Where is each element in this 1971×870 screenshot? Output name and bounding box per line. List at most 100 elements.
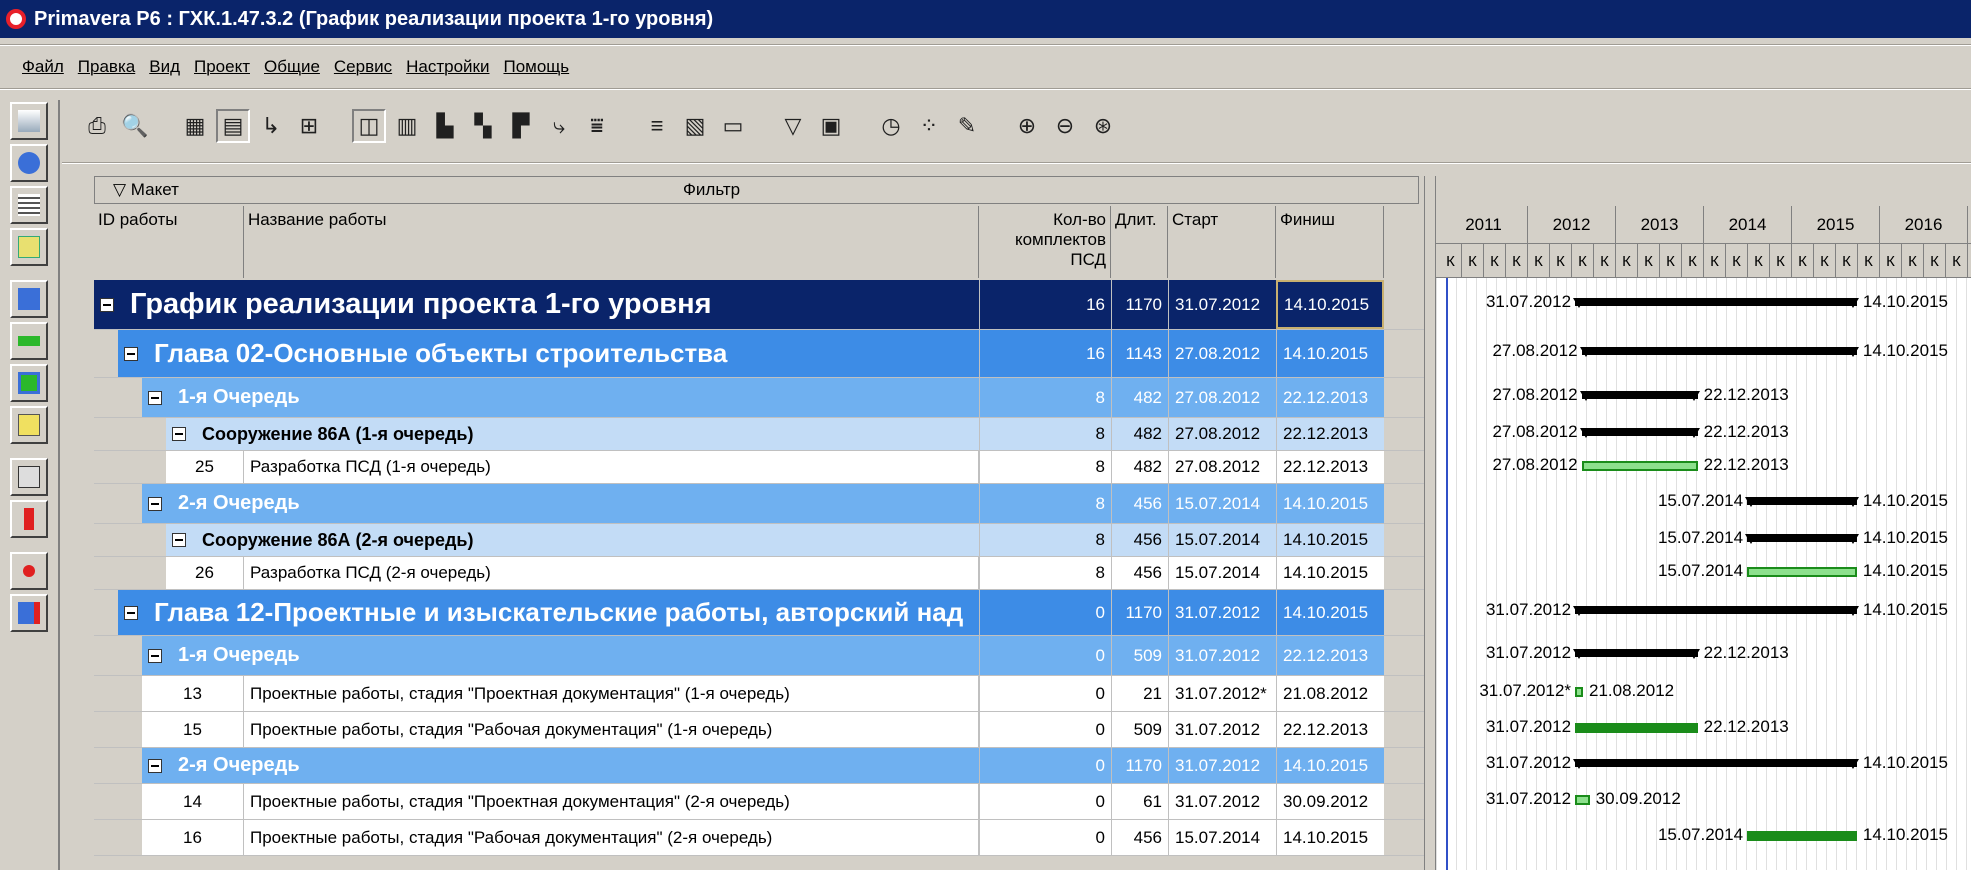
- table-row[interactable]: Глава 02-Основные объекты строительства 1…: [94, 330, 1424, 378]
- collapse-toggle-icon[interactable]: [100, 297, 114, 312]
- level-icon[interactable]: ⩸: [580, 109, 614, 143]
- trace-icon[interactable]: ⤷: [542, 109, 576, 143]
- table-row[interactable]: Сооружение 86А (2-я очередь) 8 456 15.07.20…: [94, 524, 1424, 557]
- resources-button[interactable]: [10, 144, 48, 182]
- collapse-toggle-icon[interactable]: [124, 605, 138, 620]
- reports-button[interactable]: [10, 186, 48, 224]
- expenses-button[interactable]: [10, 458, 48, 496]
- menu-view[interactable]: Вид: [149, 57, 180, 77]
- menu-edit[interactable]: Правка: [78, 57, 135, 77]
- oracle-logo-icon: [6, 9, 26, 29]
- assignments-icon: [18, 372, 40, 394]
- tracking-button[interactable]: [10, 228, 48, 266]
- zoom-out-icon[interactable]: ⊖: [1048, 109, 1082, 143]
- table-row[interactable]: 1-я Очередь 0 509 31.07.2012 22.12.2013: [94, 636, 1424, 676]
- summary-bar[interactable]: [1745, 533, 1859, 544]
- summary-bar[interactable]: [1573, 759, 1859, 769]
- summary-bar[interactable]: [1573, 606, 1859, 616]
- projects-button[interactable]: [10, 102, 48, 140]
- work-products-button[interactable]: [10, 406, 48, 444]
- group-sort-icon[interactable]: ≡: [640, 109, 674, 143]
- col-header-qty[interactable]: Кол-во комплектов ПСД: [979, 206, 1111, 278]
- summary-bar[interactable]: [1745, 497, 1859, 507]
- col-header-finish[interactable]: Финиш: [1276, 206, 1384, 278]
- activity-bar[interactable]: [1575, 687, 1584, 697]
- menu-project[interactable]: Проект: [194, 57, 250, 77]
- table-row[interactable]: Глава 12-Проектные и изыскательские рабо…: [94, 590, 1424, 636]
- table-row[interactable]: 15 Проектные работы, стадия "Рабочая доку…: [94, 712, 1424, 748]
- table-row[interactable]: 2-я Очередь 0 1170 31.07.2012 14.10.2015: [94, 748, 1424, 784]
- activities-button[interactable]: [10, 322, 48, 360]
- network-icon[interactable]: ⊞: [292, 109, 326, 143]
- col-header-id[interactable]: ID работы: [94, 206, 244, 278]
- print-icon[interactable]: ⎙: [80, 109, 114, 143]
- col-header-start[interactable]: Старт: [1168, 206, 1276, 278]
- columns-select-icon[interactable]: ▧: [678, 109, 712, 143]
- table-row[interactable]: Сооружение 86А (1-я очередь) 8 482 27.08.20…: [94, 418, 1424, 451]
- assign-icon[interactable]: ⁘: [912, 109, 946, 143]
- bars-icon[interactable]: ▭: [716, 109, 750, 143]
- table-row[interactable]: 13 Проектные работы, стадия "Проектная до…: [94, 676, 1424, 712]
- columns-icon[interactable]: ▦: [178, 109, 212, 143]
- table-icon[interactable]: ▤: [216, 109, 250, 143]
- table-row[interactable]: 26 Разработка ПСД (2-я очередь) 8 456 15.07.…: [94, 557, 1424, 590]
- collapse-toggle-icon[interactable]: [124, 346, 138, 361]
- summary-bar[interactable]: [1579, 347, 1860, 357]
- collapse-toggle-icon[interactable]: [172, 427, 186, 441]
- bar-start-label: 15.07.2014: [1657, 560, 1744, 580]
- timescale-quarter: К: [1770, 244, 1792, 278]
- activity-bar[interactable]: [1747, 831, 1857, 841]
- thresholds-button[interactable]: [10, 500, 48, 538]
- resource-profile-icon[interactable]: ▚: [466, 109, 500, 143]
- zoom-in-icon[interactable]: ⊕: [1010, 109, 1044, 143]
- menu-enterprise[interactable]: Общие: [264, 57, 320, 77]
- col-header-name[interactable]: Название работы: [244, 206, 979, 278]
- bar-start-label: 27.08.2012: [1492, 341, 1578, 360]
- col-header-duration[interactable]: Длит.: [1111, 206, 1168, 278]
- progress-icon[interactable]: ✎: [950, 109, 984, 143]
- summary-bar[interactable]: [1579, 427, 1700, 438]
- menu-file[interactable]: Файл: [22, 57, 64, 77]
- activity-bar[interactable]: [1581, 460, 1698, 471]
- wbs-button[interactable]: [10, 280, 48, 318]
- bar-start-label: 31.07.2012: [1485, 600, 1572, 619]
- layout-options-icon[interactable]: ▣: [814, 109, 848, 143]
- filter-label[interactable]: Фильтр: [683, 180, 740, 200]
- summary-bar[interactable]: [1573, 298, 1859, 308]
- layout-dropdown[interactable]: ▽ Макет: [113, 180, 179, 200]
- activity-bar[interactable]: [1575, 795, 1590, 805]
- menu-help[interactable]: Помощь: [503, 57, 569, 77]
- collapse-toggle-icon[interactable]: [172, 533, 186, 547]
- gantt-icon[interactable]: ▥: [390, 109, 424, 143]
- table-row[interactable]: 1-я Очередь 8 482 27.08.2012 22.12.2013: [94, 378, 1424, 418]
- summary-bar[interactable]: [1573, 649, 1700, 659]
- issues-button[interactable]: [10, 552, 48, 590]
- risks-button[interactable]: [10, 594, 48, 632]
- activity-bar[interactable]: [1747, 566, 1857, 577]
- summary-bar[interactable]: [1579, 391, 1700, 401]
- collapse-toggle-icon[interactable]: [148, 758, 162, 773]
- table-row[interactable]: 16 Проектные работы, стадия "Рабочая доку…: [94, 820, 1424, 856]
- collapse-toggle-icon[interactable]: [148, 496, 162, 511]
- schedule-icon[interactable]: ◷: [874, 109, 908, 143]
- table-row[interactable]: 2-я Очередь 8 456 15.07.2014 14.10.2015: [94, 484, 1424, 524]
- activity-bar[interactable]: [1575, 723, 1698, 733]
- zoom-fit-icon[interactable]: ⊛: [1086, 109, 1120, 143]
- menu-admin[interactable]: Настройки: [406, 57, 489, 77]
- collapse-toggle-icon[interactable]: [148, 390, 162, 405]
- menu-tools[interactable]: Сервис: [334, 57, 392, 77]
- layout-icon[interactable]: ◫: [352, 109, 386, 143]
- histogram-icon[interactable]: ▙: [428, 109, 462, 143]
- bar-finish-label: 22.12.2013: [1703, 454, 1789, 474]
- splitter[interactable]: [1424, 176, 1436, 870]
- assignments-button[interactable]: [10, 364, 48, 402]
- relationship-lines-icon[interactable]: ↳: [254, 109, 288, 143]
- filter-icon[interactable]: ▽: [776, 109, 810, 143]
- print-preview-icon[interactable]: 🔍: [118, 109, 152, 143]
- table-row[interactable]: 14 Проектные работы, стадия "Проектная до…: [94, 784, 1424, 820]
- activity-usage-icon[interactable]: ▛: [504, 109, 538, 143]
- table-row[interactable]: График реализации проекта 1-го уровня 16 1…: [94, 280, 1424, 330]
- collapse-toggle-icon[interactable]: [148, 648, 162, 663]
- cell-start: 27.08.2012: [1168, 330, 1276, 377]
- table-row[interactable]: 25 Разработка ПСД (1-я очередь) 8 482 27.08.…: [94, 451, 1424, 484]
